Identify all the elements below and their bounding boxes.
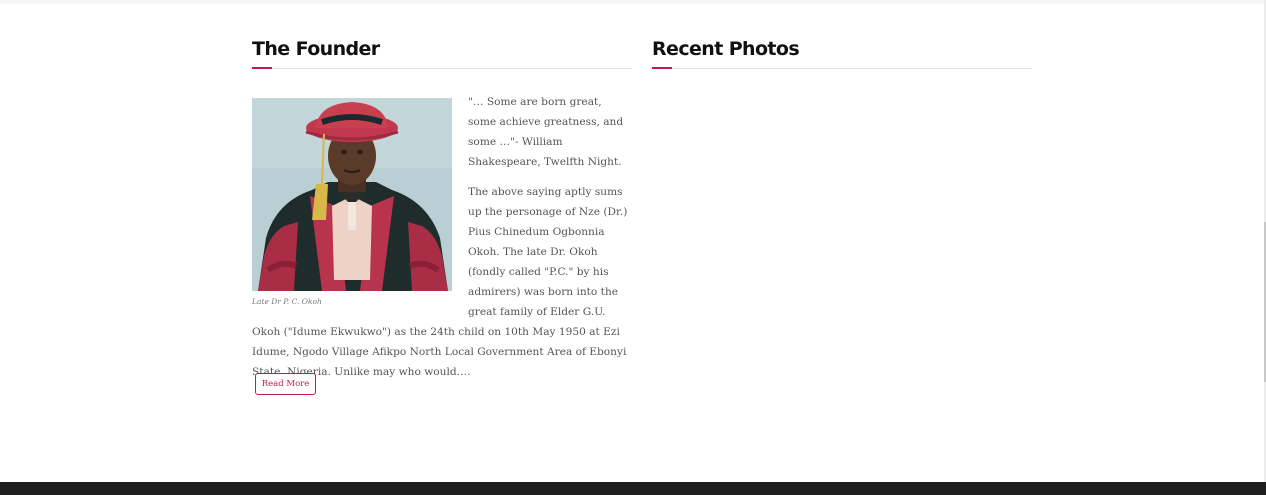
founder-photo-caption: Late Dr P. C. Okoh xyxy=(252,297,322,306)
founder-content: Late Dr P. C. Okoh "… Some are born grea… xyxy=(252,92,632,392)
founder-title-divider xyxy=(252,68,632,69)
recent-photos-title-accent xyxy=(652,67,672,69)
recent-photos-title: Recent Photos xyxy=(652,38,800,60)
founder-photo-figure: Late Dr P. C. Okoh xyxy=(252,98,452,307)
founder-portrait-image xyxy=(252,98,452,291)
founder-title: The Founder xyxy=(252,38,380,60)
recent-photos-title-divider xyxy=(652,68,1032,69)
founder-title-accent xyxy=(252,67,272,69)
top-strip xyxy=(0,0,1266,4)
read-more-button[interactable]: Read More xyxy=(255,373,316,395)
site-footer xyxy=(0,482,1266,495)
